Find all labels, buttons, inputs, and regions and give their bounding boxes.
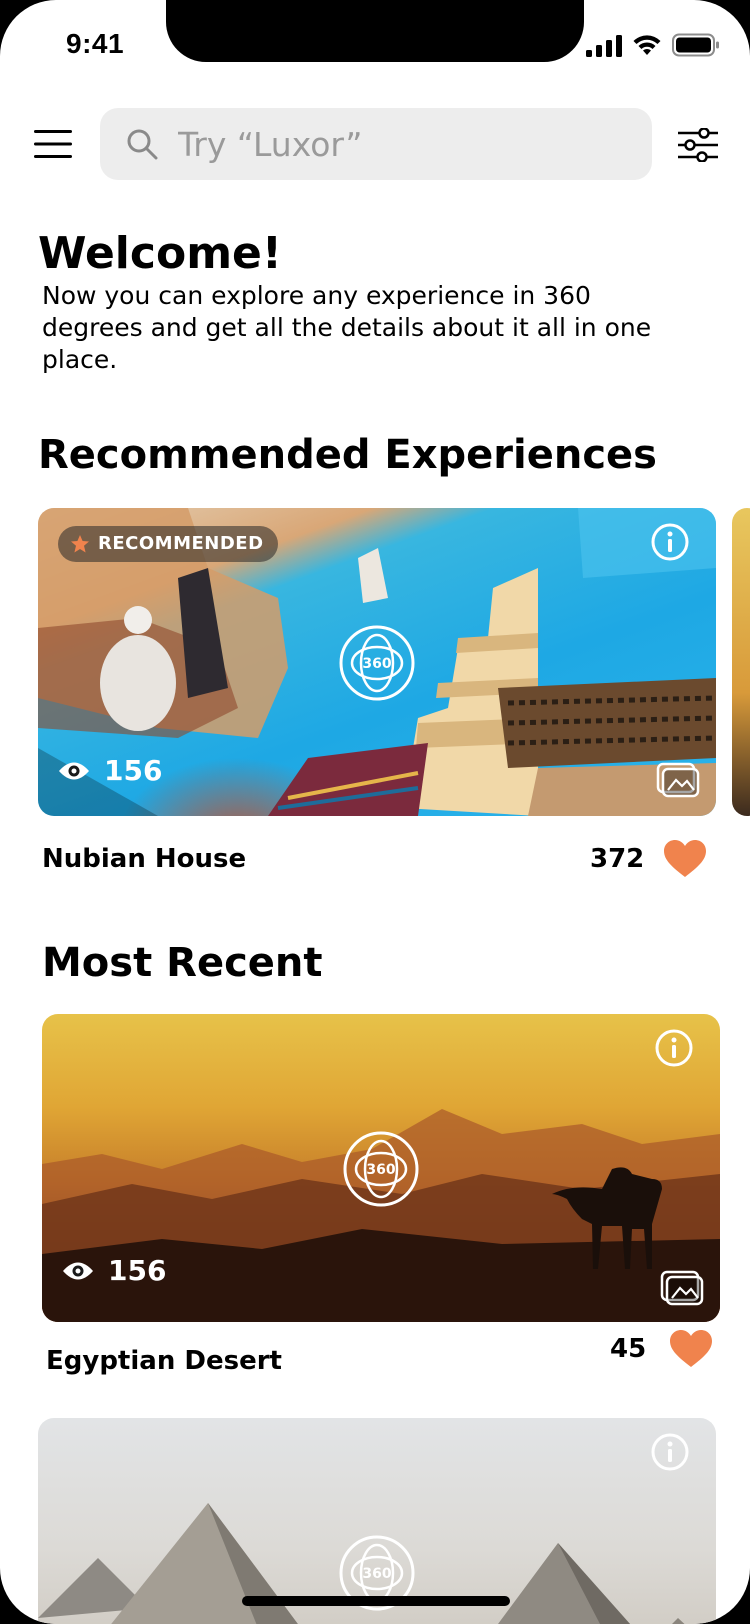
recommended-badge: RECOMMENDED	[58, 526, 278, 562]
home-indicator[interactable]	[242, 1596, 510, 1606]
vr-label: 360	[362, 656, 391, 672]
eye-icon	[63, 1262, 93, 1279]
star-icon	[71, 535, 89, 553]
cellular-signal-icon	[586, 35, 622, 57]
search-bar[interactable]	[100, 108, 652, 180]
app-screen: 9:41 Try “Luxor” Welcome! Now you can ex…	[0, 0, 750, 1624]
next-card-preview[interactable]	[732, 508, 750, 816]
info-icon[interactable]	[650, 1432, 690, 1472]
search-input[interactable]	[178, 108, 638, 180]
heart-icon[interactable]	[670, 1330, 712, 1368]
like-count: 372	[590, 844, 645, 874]
gallery-icon[interactable]	[656, 762, 700, 798]
card-title[interactable]: Egyptian Desert	[46, 1346, 282, 1376]
views-count: 156	[104, 754, 163, 787]
experience-card-pyramids[interactable]: 360	[38, 1418, 716, 1624]
welcome-title: Welcome!	[38, 228, 282, 279]
vr-label: 360	[366, 1162, 395, 1178]
info-icon[interactable]	[654, 1028, 694, 1068]
heart-icon[interactable]	[664, 840, 706, 878]
views-counter: 156	[62, 1254, 166, 1287]
device-notch	[166, 0, 584, 62]
status-bar: 9:41	[0, 0, 750, 92]
section-title-recent: Most Recent	[42, 940, 323, 986]
welcome-description: Now you can explore any experience in 36…	[42, 281, 652, 374]
eye-icon	[59, 762, 89, 779]
filter-icon[interactable]	[678, 128, 718, 162]
vr-360-icon[interactable]: 360	[342, 1130, 420, 1208]
badge-label: RECOMMENDED	[98, 533, 264, 554]
battery-icon	[672, 33, 719, 57]
like-count: 45	[610, 1334, 647, 1364]
section-title-recommended: Recommended Experiences	[38, 432, 657, 478]
wifi-icon	[633, 35, 661, 55]
vr-360-icon[interactable]: 360	[338, 624, 416, 702]
status-time: 9:41	[66, 28, 125, 59]
views-counter: 156	[58, 754, 162, 787]
views-count: 156	[108, 1254, 167, 1287]
search-icon	[127, 129, 158, 160]
vr-label: 360	[362, 1566, 391, 1582]
gallery-icon[interactable]	[660, 1270, 704, 1306]
experience-card-nubian-house[interactable]: RECOMMENDED 360 156	[38, 508, 716, 816]
info-icon[interactable]	[650, 522, 690, 562]
menu-icon[interactable]	[34, 130, 72, 158]
experience-card-egyptian-desert[interactable]: 360 156	[42, 1014, 720, 1322]
card-title[interactable]: Nubian House	[42, 844, 246, 874]
